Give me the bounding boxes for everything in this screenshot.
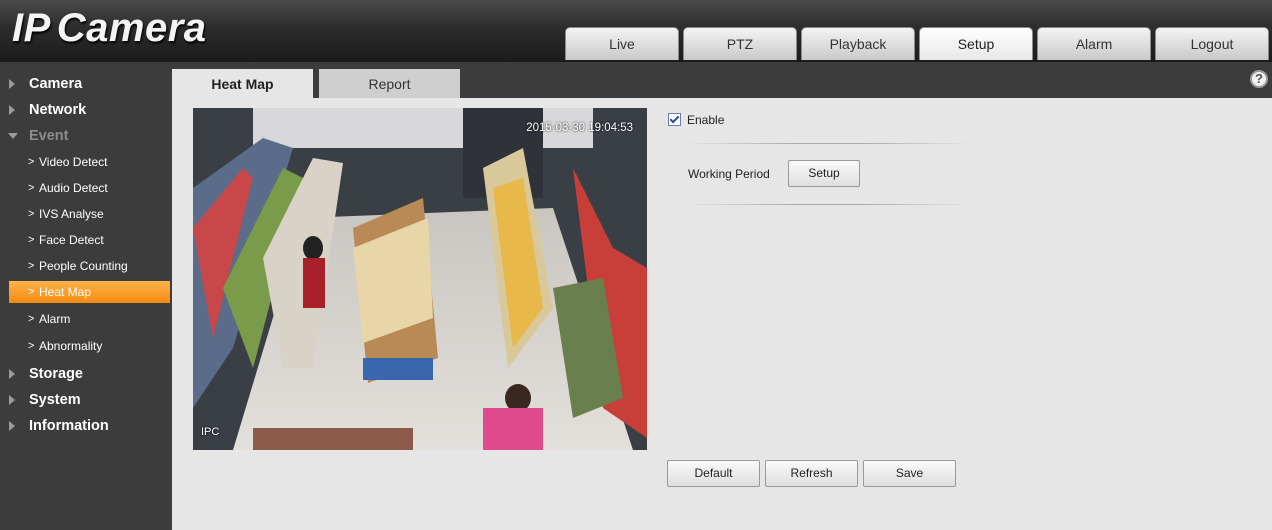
chevron-right-icon: > [28,208,35,220]
logo-camera: Camera [56,6,207,50]
chevron-right-icon: > [28,340,35,352]
sidebar-subitem-label: IVS Analyse [39,207,104,221]
tab-logout[interactable]: Logout [1155,27,1269,60]
video-timestamp: 2015-03-30 19:04:53 [526,122,633,134]
tab-heat-map[interactable]: Heat Map [172,69,313,98]
sidebar-item-label: Information [29,418,109,434]
working-period-setup-button[interactable]: Setup [788,160,860,187]
sidebar-item-label: Event [29,128,69,144]
header: IP Camera Live PTZ Playback Setup Alarm L… [0,0,1272,62]
sidebar-subitem-label: Abnormality [39,339,103,353]
triangle-right-icon [9,369,15,379]
sidebar-item-system[interactable]: System [0,387,172,413]
triangle-right-icon [9,79,15,89]
chevron-right-icon: > [28,156,35,168]
sidebar-subitem-label: Video Detect [39,155,108,169]
tab-live[interactable]: Live [565,27,679,60]
chevron-right-icon: > [28,182,35,194]
divider [683,143,973,144]
sidebar-item-label: Camera [29,76,83,92]
triangle-down-icon [8,133,18,139]
chevron-right-icon: > [28,313,35,325]
sidebar-item-label: System [29,392,81,408]
default-button[interactable]: Default [667,460,760,487]
sidebar: Camera Network Event > Video Detect > Au… [0,62,172,530]
content-tab-bar: Heat Map Report [172,62,1272,98]
enable-label: Enable [687,113,725,127]
sidebar-subitem-ivs-analyse[interactable]: > IVS Analyse [9,203,170,225]
help-icon[interactable]: ? [1250,70,1268,88]
logo-ip: IP [12,6,51,50]
refresh-button[interactable]: Refresh [765,460,858,487]
chevron-right-icon: > [28,286,35,298]
sidebar-subitem-label: Heat Map [39,285,92,299]
sidebar-subitem-label: Alarm [39,312,71,326]
sidebar-item-camera[interactable]: Camera [0,71,172,97]
video-preview: 2015-03-30 19:04:53 IPC [193,108,647,450]
sidebar-subitem-alarm[interactable]: > Alarm [9,308,170,330]
triangle-right-icon [9,421,15,431]
store-camera-image [193,108,647,450]
divider [683,204,973,205]
sidebar-subitem-audio-detect[interactable]: > Audio Detect [9,177,170,199]
triangle-right-icon [9,395,15,405]
logo: IP Camera [12,6,207,51]
enable-checkbox[interactable] [668,113,681,126]
tab-ptz[interactable]: PTZ [683,27,797,60]
enable-row: Enable [668,113,724,127]
sidebar-item-information[interactable]: Information [0,413,172,439]
sidebar-item-label: Storage [29,366,83,382]
sidebar-subitem-face-detect[interactable]: > Face Detect [9,229,170,251]
tab-report[interactable]: Report [319,69,460,98]
sidebar-item-label: Network [29,102,87,118]
sidebar-subitem-abnormality[interactable]: > Abnormality [9,335,170,357]
sidebar-subitem-people-counting[interactable]: > People Counting [9,255,170,277]
sidebar-item-network[interactable]: Network [0,97,172,123]
sidebar-item-storage[interactable]: Storage [0,361,172,387]
save-button[interactable]: Save [863,460,956,487]
sidebar-subitem-label: Audio Detect [39,181,108,195]
chevron-right-icon: > [28,260,35,272]
sidebar-subitem-video-detect[interactable]: > Video Detect [9,151,170,173]
sidebar-subitem-heat-map[interactable]: > Heat Map [9,281,170,303]
chevron-right-icon: > [28,234,35,246]
video-channel-label: IPC [201,426,220,438]
triangle-right-icon [9,105,15,115]
sidebar-subitem-label: Face Detect [39,233,104,247]
sidebar-item-event[interactable]: Event [0,123,172,149]
sidebar-subitem-label: People Counting [39,259,128,273]
tab-alarm[interactable]: Alarm [1037,27,1151,60]
tab-setup[interactable]: Setup [919,27,1033,60]
tab-playback[interactable]: Playback [801,27,915,60]
working-period-label: Working Period [688,167,770,181]
